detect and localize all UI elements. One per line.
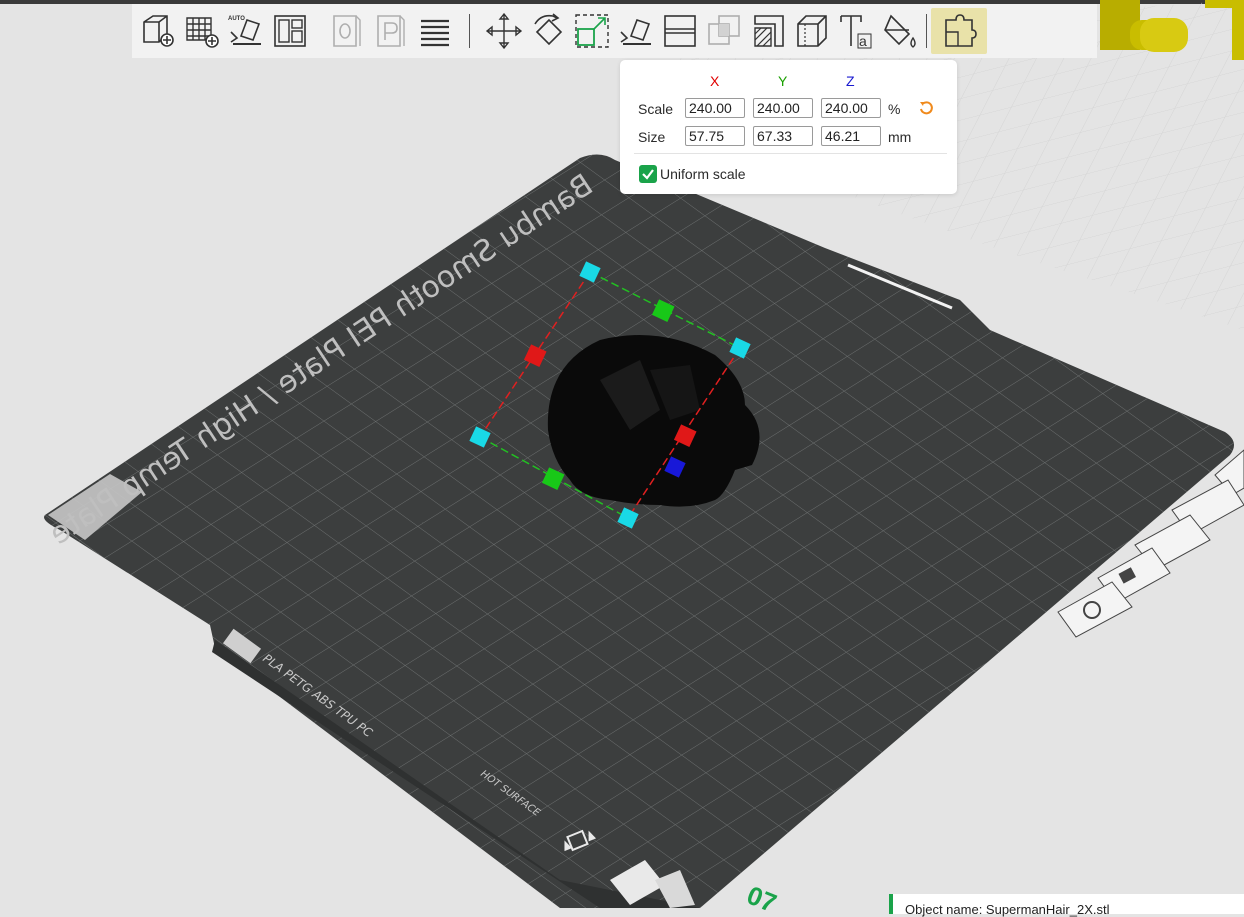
uniform-scale-label: Uniform scale xyxy=(660,166,746,182)
grid-plus-icon xyxy=(186,17,219,48)
color-paint-icon xyxy=(884,14,916,48)
main-toolbar: AUTO a xyxy=(132,4,1097,58)
text-icon: a xyxy=(840,15,872,49)
lay-on-face-button[interactable] xyxy=(614,8,658,54)
rotate-icon xyxy=(534,13,563,46)
scale-row-label: Scale xyxy=(638,101,674,117)
scale-x-input[interactable] xyxy=(685,98,745,118)
color-paint-button[interactable] xyxy=(878,8,922,54)
plate-number-label: 07 xyxy=(743,880,781,910)
axis-z-label: Z xyxy=(846,73,855,89)
axis-y-label: Y xyxy=(778,73,788,89)
scale-button[interactable] xyxy=(570,8,614,54)
arrange-icon xyxy=(274,15,306,47)
size-row-label: Size xyxy=(638,129,666,145)
move-button[interactable] xyxy=(482,8,526,54)
text-button[interactable]: a xyxy=(834,8,878,54)
boolean-icon xyxy=(708,15,740,45)
size-z-input[interactable] xyxy=(821,126,881,146)
split-parts-button[interactable] xyxy=(369,8,413,54)
scale-icon xyxy=(575,14,609,48)
scale-z-input[interactable] xyxy=(821,98,881,118)
layers-icon xyxy=(421,19,449,47)
reset-scale-icon[interactable] xyxy=(918,100,934,116)
cut-icon xyxy=(664,15,696,47)
seam-paint-icon xyxy=(797,15,827,47)
add-plate-button[interactable] xyxy=(180,8,224,54)
move-icon xyxy=(485,12,523,50)
layers-editing-button[interactable] xyxy=(413,8,457,54)
arrange-button[interactable] xyxy=(268,8,312,54)
split-objects-icon xyxy=(333,15,361,47)
auto-orient-button[interactable]: AUTO xyxy=(224,8,268,54)
support-paint-button[interactable] xyxy=(746,8,790,54)
svg-text:AUTO: AUTO xyxy=(228,16,245,22)
toolbar-separator xyxy=(469,14,470,48)
object-name-status: Object name: SupermanHair_2X.stl xyxy=(889,894,1244,917)
size-y-input[interactable] xyxy=(753,126,813,146)
svg-text:a: a xyxy=(859,33,867,49)
split-parts-icon xyxy=(377,15,405,47)
panel-divider xyxy=(634,153,947,154)
uniform-scale-checkbox[interactable] xyxy=(639,165,657,183)
support-paint-icon xyxy=(754,15,784,47)
checkmark-icon xyxy=(642,169,654,180)
add-object-button[interactable] xyxy=(136,8,180,54)
auto-orient-icon: AUTO xyxy=(228,16,261,45)
scale-panel: X Y Z Scale % Size mm Uniform scale xyxy=(620,60,957,194)
scale-y-input[interactable] xyxy=(753,98,813,118)
toolbar-separator xyxy=(926,14,927,48)
rotate-button[interactable] xyxy=(526,8,570,54)
split-objects-button[interactable] xyxy=(325,8,369,54)
cut-button[interactable] xyxy=(658,8,702,54)
cube-plus-icon xyxy=(143,15,174,47)
size-x-input[interactable] xyxy=(685,126,745,146)
assembly-icon xyxy=(945,14,977,47)
assembly-button[interactable] xyxy=(931,8,987,54)
seam-paint-button[interactable] xyxy=(790,8,834,54)
boolean-button[interactable] xyxy=(702,8,746,54)
scale-unit-label: % xyxy=(888,101,901,117)
size-unit-label: mm xyxy=(888,129,912,145)
lay-on-face-icon xyxy=(620,18,651,45)
axis-x-label: X xyxy=(710,73,720,89)
